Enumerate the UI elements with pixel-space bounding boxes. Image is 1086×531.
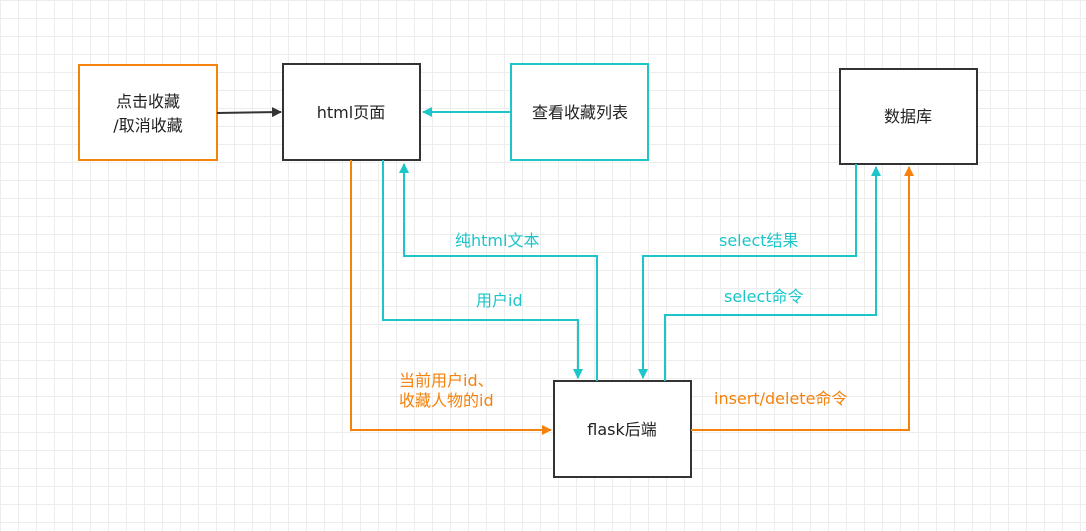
label-insert-delete: insert/delete命令 [714, 389, 847, 408]
html-page-node: html页面 [282, 63, 421, 161]
edge-flask-to-html-pure-html [399, 163, 598, 381]
label-select-result: select结果 [719, 231, 799, 250]
flow-diagram: 点击收藏 /取消收藏 html页面 查看收藏列表 数据库 flask后端 纯ht… [78, 63, 978, 478]
view-list-node: 查看收藏列表 [510, 63, 649, 161]
database-node: 数据库 [839, 68, 978, 165]
view-list-label: 查看收藏列表 [532, 103, 628, 122]
click-favorite-label-line1: 点击收藏 [116, 92, 180, 111]
label-current-user-line2: 收藏人物的id [399, 391, 494, 410]
edge-html-to-flask-userid [382, 160, 583, 379]
label-current-user-line1: 当前用户id、 [399, 371, 494, 390]
flask-backend-node: flask后端 [553, 380, 692, 478]
edge-click-to-html [216, 107, 282, 118]
database-label: 数据库 [884, 107, 932, 126]
label-select-cmd: select命令 [724, 287, 804, 306]
edge-flask-to-db-select-cmd [664, 166, 881, 381]
edge-db-to-flask-select-result [638, 164, 857, 379]
click-favorite-node: 点击收藏 /取消收藏 [78, 64, 218, 161]
flask-backend-label: flask后端 [587, 420, 657, 439]
diagram-canvas: 点击收藏 /取消收藏 html页面 查看收藏列表 数据库 flask后端 纯ht… [0, 0, 1086, 531]
click-favorite-label-line2: /取消收藏 [113, 116, 182, 135]
label-user-id: 用户id [476, 291, 523, 310]
label-pure-html: 纯html文本 [455, 231, 539, 250]
html-page-label: html页面 [317, 103, 385, 122]
